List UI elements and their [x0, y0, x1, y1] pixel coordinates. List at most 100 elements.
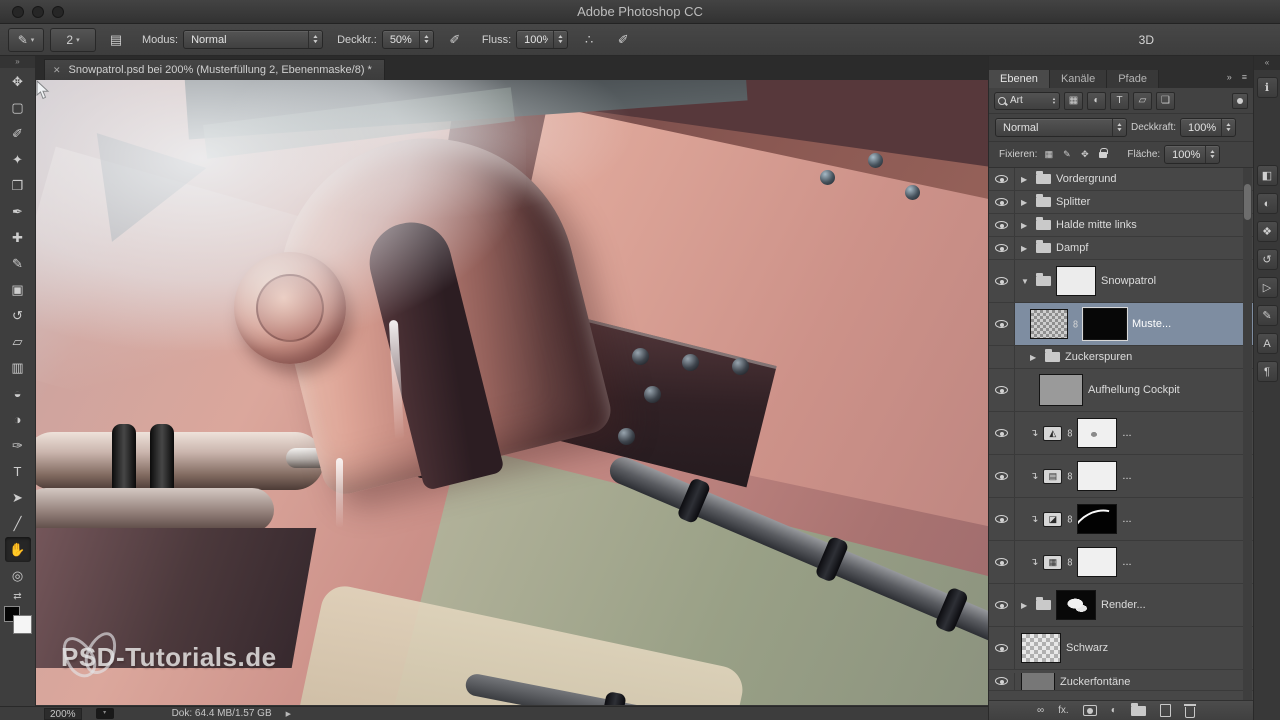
layer-name[interactable]: Muste...: [1132, 318, 1171, 330]
toggle-brush-panel-button[interactable]: ▤: [104, 29, 128, 51]
filter-smart-objects-icon[interactable]: ❏: [1156, 92, 1175, 110]
layer-mask-thumbnail[interactable]: [1083, 308, 1127, 340]
visibility-toggle[interactable]: [989, 541, 1015, 583]
lock-all-icon[interactable]: [1095, 147, 1110, 162]
brush-preset-picker[interactable]: 2 ▾: [50, 28, 96, 52]
visibility-toggle[interactable]: [989, 412, 1015, 454]
visibility-toggle[interactable]: [989, 214, 1015, 236]
pressure-opacity-icon[interactable]: ✐: [442, 29, 468, 51]
layer-name[interactable]: Zuckerspuren: [1065, 351, 1132, 363]
layer-row-splitter[interactable]: ▶ Splitter: [989, 191, 1253, 214]
layer-name[interactable]: Zuckerfontäne: [1060, 676, 1130, 688]
delete-layer-icon[interactable]: [1185, 704, 1195, 718]
tool-type[interactable]: T: [5, 459, 31, 484]
filter-type-layers-icon[interactable]: T: [1110, 92, 1129, 110]
flow-select[interactable]: 100% ▲▼: [516, 30, 568, 49]
layer-row-zuckerfontaene[interactable]: Zuckerfontäne: [989, 670, 1253, 691]
layer-row-halde-mitte-links[interactable]: ▶ Halde mitte links: [989, 214, 1253, 237]
foreground-color-swatch[interactable]: [13, 615, 32, 634]
tool-quick-selection[interactable]: ✦: [5, 147, 31, 172]
tool-history-brush[interactable]: ↺: [5, 303, 31, 328]
lock-position-icon[interactable]: ✥: [1077, 147, 1092, 162]
fill-layer-thumbnail[interactable]: [1030, 309, 1068, 339]
tool-lasso[interactable]: ✐: [5, 121, 31, 146]
disclosure-triangle-icon[interactable]: ▶: [1021, 198, 1031, 207]
visibility-toggle[interactable]: [989, 369, 1015, 411]
layer-row-musterfuellung[interactable]: 8 Muste...: [989, 303, 1253, 346]
visibility-toggle[interactable]: [989, 584, 1015, 626]
adjustment-layer-icon[interactable]: ▤: [1043, 469, 1062, 484]
add-layer-mask-icon[interactable]: [1083, 705, 1097, 716]
tool-shape[interactable]: ╱: [5, 511, 31, 536]
layer-name[interactable]: ...: [1122, 556, 1131, 568]
new-adjustment-layer-icon[interactable]: ◐: [1111, 705, 1117, 716]
layer-row-aufhellung-cockpit[interactable]: Aufhellung Cockpit: [989, 369, 1253, 412]
panel-icon-history[interactable]: ↺: [1257, 249, 1278, 270]
filter-pixel-layers-icon[interactable]: ▦: [1064, 92, 1083, 110]
layer-row-adjustment-2[interactable]: ↴ ▤ 8 ...: [989, 455, 1253, 498]
layer-name[interactable]: ...: [1122, 470, 1131, 482]
layer-name[interactable]: ...: [1122, 513, 1131, 525]
panel-icon-info[interactable]: ℹ: [1257, 77, 1278, 98]
disclosure-triangle-icon[interactable]: ▶: [1021, 221, 1031, 230]
filter-adjustment-layers-icon[interactable]: ◐: [1087, 92, 1106, 110]
layer-name[interactable]: Schwarz: [1066, 642, 1108, 654]
filter-toggle-switch[interactable]: [1232, 93, 1248, 109]
visibility-toggle[interactable]: [989, 627, 1015, 669]
status-options-button[interactable]: ▾: [96, 708, 114, 719]
panel-icon-adjustments[interactable]: ◐: [1257, 193, 1278, 214]
visibility-toggle[interactable]: [989, 237, 1015, 259]
tool-move[interactable]: ✥: [5, 69, 31, 94]
lock-transparency-icon[interactable]: ▦: [1041, 147, 1056, 162]
toolbar-collapse-button[interactable]: »: [0, 56, 35, 68]
panel-icon-character[interactable]: A: [1257, 333, 1278, 354]
disclosure-triangle-icon[interactable]: ▶: [1021, 244, 1031, 253]
zoom-level-field[interactable]: 200%: [44, 708, 82, 720]
tab-close-icon[interactable]: ✕: [53, 65, 61, 76]
visibility-toggle[interactable]: [989, 455, 1015, 497]
tool-eyedropper[interactable]: ✒: [5, 199, 31, 224]
workspace-3d-button[interactable]: 3D: [1131, 30, 1162, 50]
layer-name[interactable]: Halde mitte links: [1056, 219, 1137, 231]
visibility-toggle[interactable]: [989, 673, 1015, 690]
tool-path-selection[interactable]: ➤: [5, 485, 31, 510]
layer-row-snowpatrol[interactable]: ▼ Snowpatrol: [989, 260, 1253, 303]
lock-pixels-icon[interactable]: ✎: [1059, 147, 1074, 162]
panel-icon-color[interactable]: ◧: [1257, 165, 1278, 186]
collapse-panel-icon[interactable]: »: [1227, 72, 1232, 82]
tab-kanaele[interactable]: Kanäle: [1050, 70, 1107, 88]
color-swatches[interactable]: [3, 605, 33, 635]
layer-mask-thumbnail[interactable]: [1077, 504, 1117, 534]
layer-mask-thumbnail[interactable]: [1077, 418, 1117, 448]
visibility-toggle[interactable]: [989, 191, 1015, 213]
layer-name[interactable]: Dampf: [1056, 242, 1088, 254]
layer-thumbnail[interactable]: [1021, 673, 1055, 690]
new-group-icon[interactable]: [1131, 706, 1146, 716]
visibility-toggle[interactable]: [989, 346, 1015, 368]
filter-kind-select[interactable]: Art ▲▼: [994, 92, 1060, 110]
panel-icon-actions[interactable]: ▷: [1257, 277, 1278, 298]
adjustment-layer-icon[interactable]: ◪: [1043, 512, 1062, 527]
airbrush-icon[interactable]: ∴: [576, 29, 602, 51]
document-canvas[interactable]: PSD-Tutorials.de: [36, 80, 988, 705]
opacity-select[interactable]: 50% ▲▼: [382, 30, 434, 49]
tool-eraser[interactable]: ▱: [5, 329, 31, 354]
adjustment-layer-icon[interactable]: ▦: [1043, 555, 1062, 570]
layer-name[interactable]: Snowpatrol: [1101, 275, 1156, 287]
layer-row-vordergrund[interactable]: ▶ Vordergrund: [989, 168, 1253, 191]
visibility-toggle[interactable]: [989, 168, 1015, 190]
tab-ebenen[interactable]: Ebenen: [989, 70, 1050, 88]
layer-name[interactable]: Splitter: [1056, 196, 1090, 208]
tool-healing-brush[interactable]: ✚: [5, 225, 31, 250]
layer-name[interactable]: Vordergrund: [1056, 173, 1117, 185]
layer-opacity-select[interactable]: 100% ▲▼: [1180, 118, 1236, 137]
visibility-toggle[interactable]: [989, 260, 1015, 302]
panel-icon-brush-settings[interactable]: ✎: [1257, 305, 1278, 326]
tool-crop[interactable]: ❐: [5, 173, 31, 198]
layer-style-icon[interactable]: fx.: [1058, 705, 1069, 716]
disclosure-triangle-icon[interactable]: ▶: [1030, 353, 1040, 362]
tool-marquee[interactable]: ▢: [5, 95, 31, 120]
visibility-toggle[interactable]: [989, 303, 1015, 345]
layer-row-adjustment-4[interactable]: ↴ ▦ 8 ...: [989, 541, 1253, 584]
layer-thumbnail[interactable]: [1056, 590, 1096, 620]
